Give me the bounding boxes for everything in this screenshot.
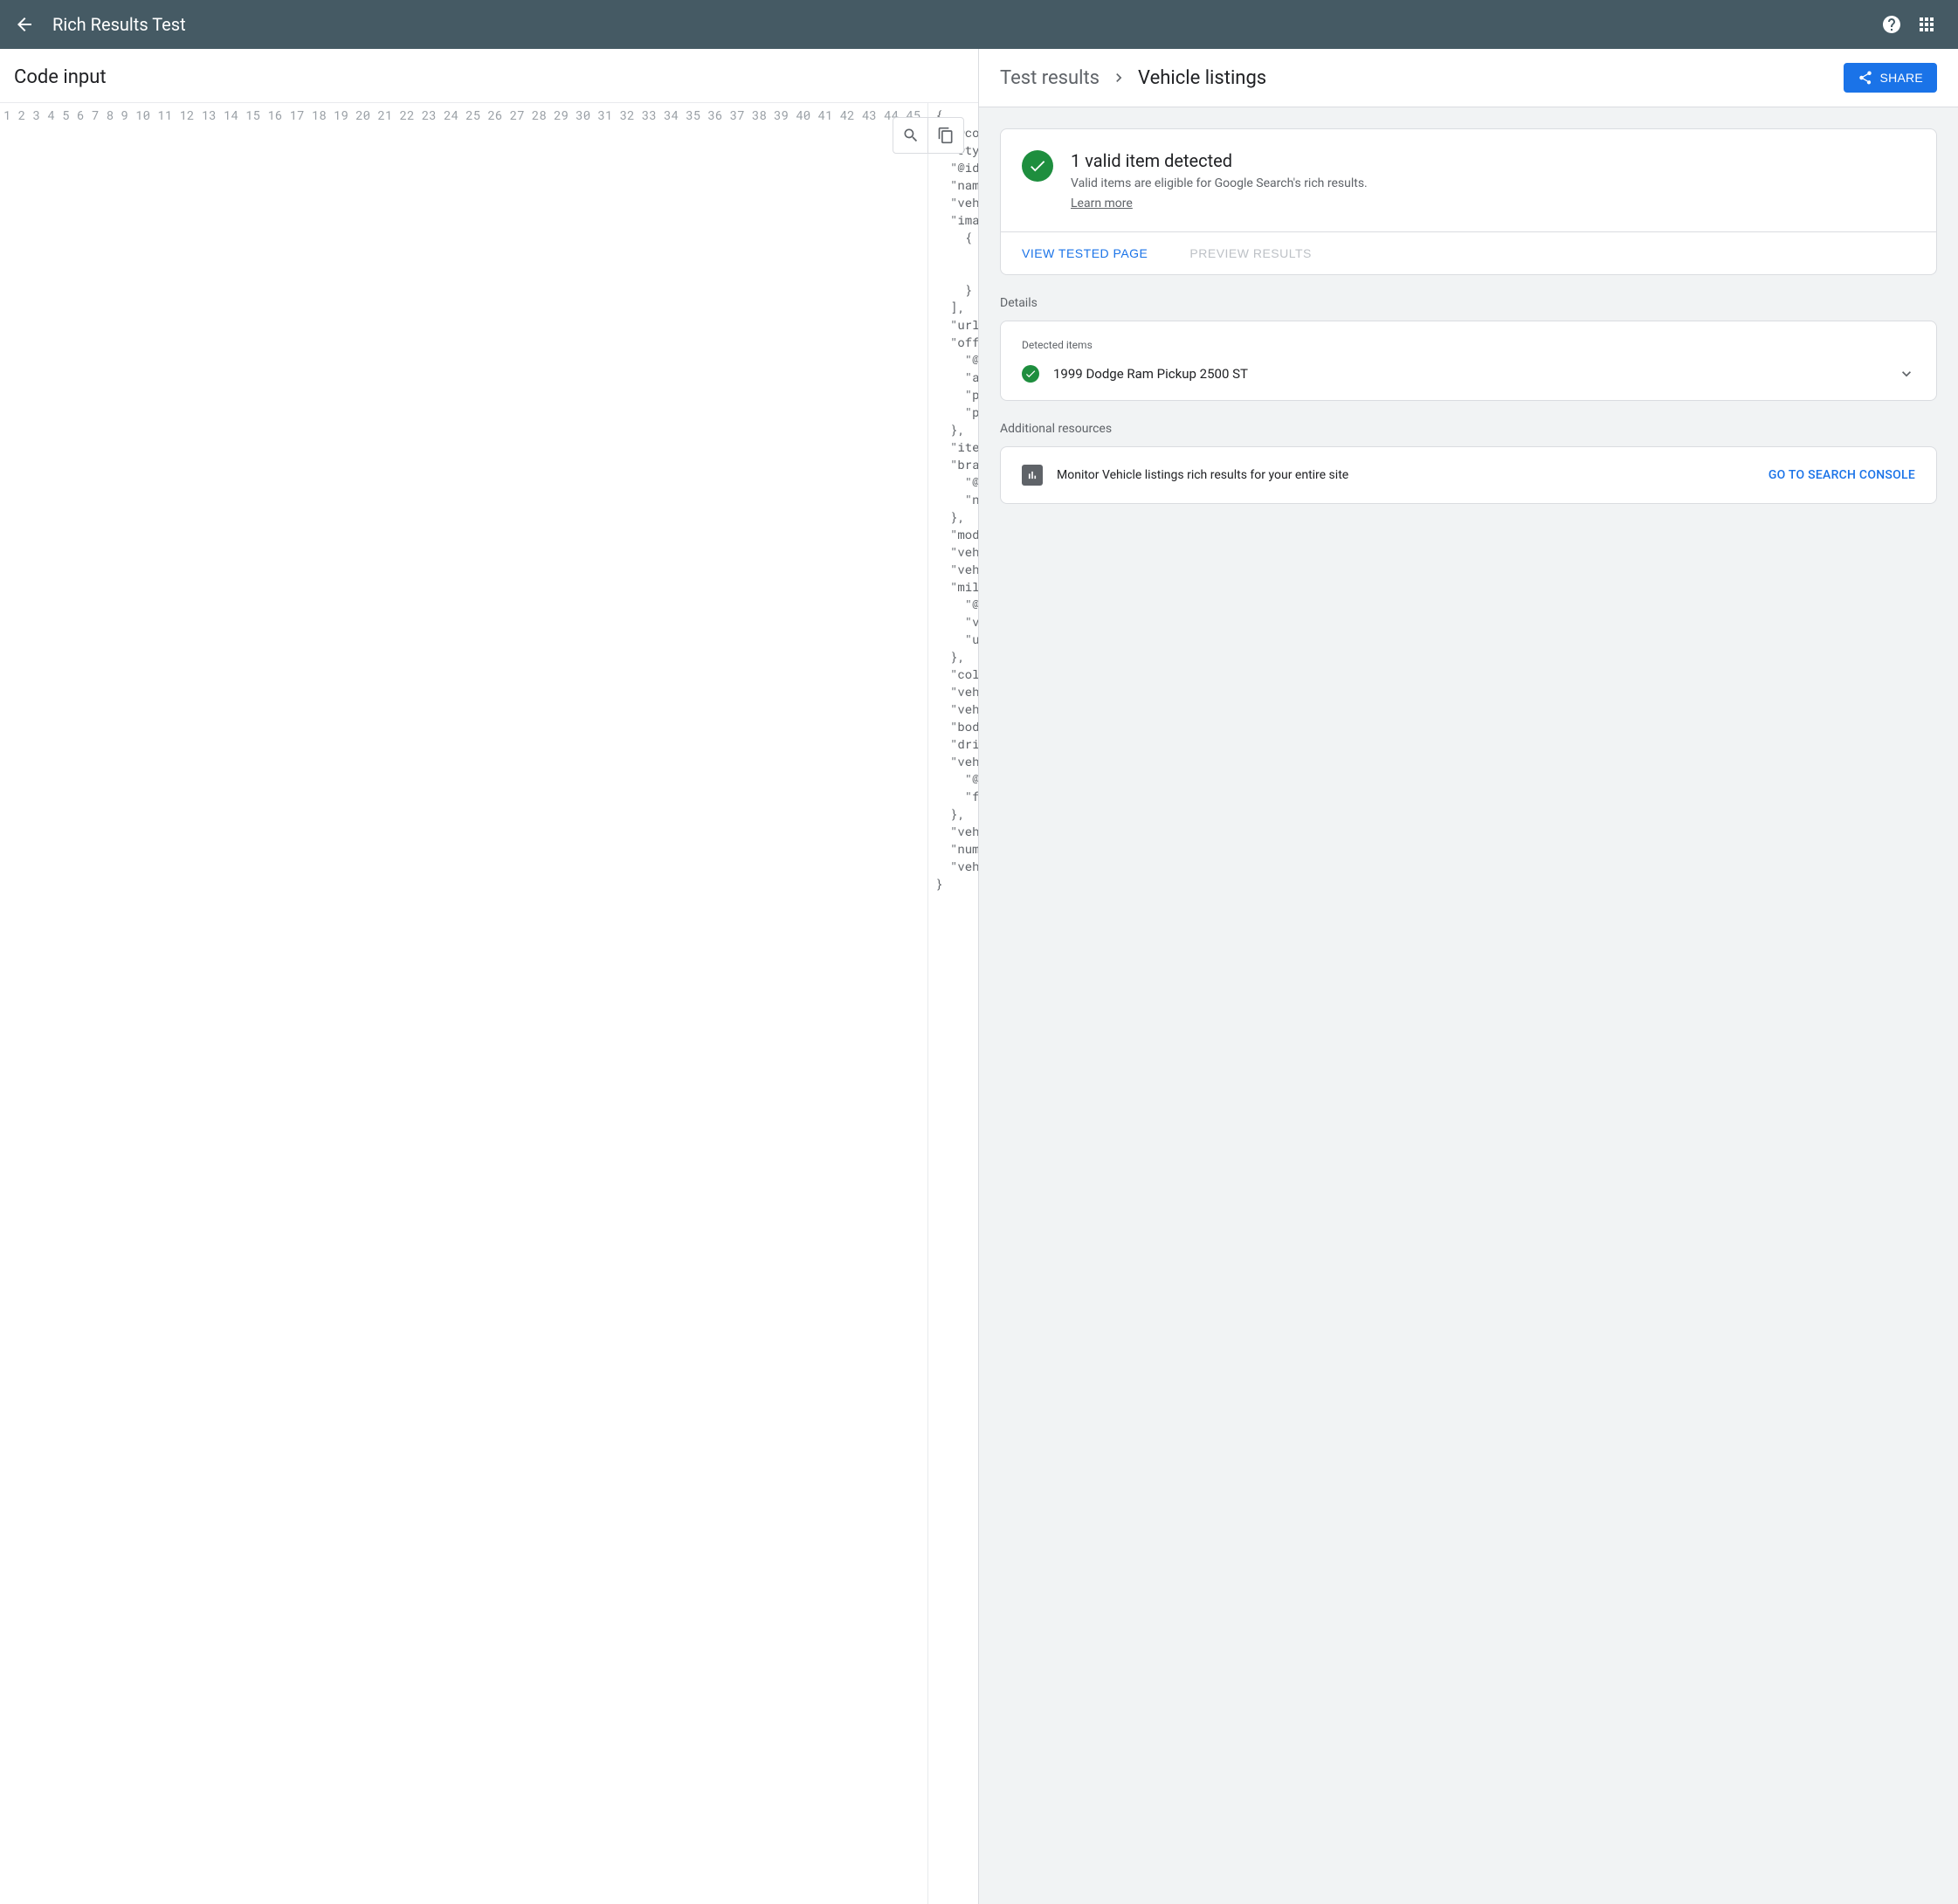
go-to-console-link[interactable]: GO TO SEARCH CONSOLE [1768,468,1915,482]
back-button[interactable] [14,14,35,35]
breadcrumb: Test results Vehicle listings [1000,67,1266,89]
code-content[interactable]: { "@context": "https://schema.org", "@ty… [928,103,978,1904]
view-tested-page-button[interactable]: VIEW TESTED PAGE [1001,232,1169,274]
resource-card: Monitor Vehicle listings rich results fo… [1000,446,1937,504]
additional-section-label: Additional resources [1000,422,1937,436]
detected-item-row[interactable]: 1999 Dodge Ram Pickup 2500 ST [1022,365,1915,383]
bar-chart-icon [1026,469,1038,481]
app-header: Rich Results Test [0,0,1958,49]
analytics-icon [1022,465,1043,486]
validation-result-card: 1 valid item detected Valid items are el… [1000,128,1937,275]
learn-more-link[interactable]: Learn more [1071,197,1133,210]
chevron-right-icon [1110,69,1127,86]
details-section-label: Details [1000,296,1937,310]
preview-results-button: PREVIEW RESULTS [1169,232,1333,274]
copy-code-button[interactable] [928,118,963,153]
chevron-down-icon [1898,365,1915,383]
search-icon [902,127,920,144]
result-title: 1 valid item detected [1071,150,1368,171]
code-toolbar [893,117,964,154]
code-editor[interactable]: 1 2 3 4 5 6 7 8 9 10 11 12 13 14 15 16 1… [0,102,978,1904]
apps-icon [1916,14,1937,35]
results-panel: Test results Vehicle listings SHARE 1 va… [979,49,1958,1904]
resource-text: Monitor Vehicle listings rich results fo… [1057,468,1755,482]
check-icon [1024,368,1037,380]
share-icon [1858,70,1873,86]
validation-text: 1 valid item detected Valid items are el… [1071,150,1368,210]
help-icon [1881,14,1902,35]
detected-items-card: Detected items 1999 Dodge Ram Pickup 250… [1000,321,1937,401]
app-title: Rich Results Test [52,14,1874,35]
help-button[interactable] [1874,7,1909,42]
detected-item-name: 1999 Dodge Ram Pickup 2500 ST [1053,366,1884,382]
breadcrumb-current: Vehicle listings [1138,67,1266,89]
share-button[interactable]: SHARE [1844,63,1937,93]
validation-summary: 1 valid item detected Valid items are el… [1001,129,1936,231]
result-subtitle: Valid items are eligible for Google Sear… [1071,176,1368,190]
code-panel-title: Code input [0,49,978,102]
results-header: Test results Vehicle listings SHARE [979,49,1958,107]
share-label: SHARE [1880,71,1923,85]
line-numbers: 1 2 3 4 5 6 7 8 9 10 11 12 13 14 15 16 1… [0,103,928,1904]
breadcrumb-root[interactable]: Test results [1000,67,1100,89]
item-success-badge [1022,365,1039,383]
check-icon [1028,156,1047,176]
arrow-left-icon [14,14,35,35]
copy-icon [937,127,955,144]
success-badge [1022,150,1053,182]
result-actions: VIEW TESTED PAGE PREVIEW RESULTS [1001,231,1936,274]
detected-items-label: Detected items [1022,339,1915,351]
results-body: 1 valid item detected Valid items are el… [979,107,1958,1904]
apps-button[interactable] [1909,7,1944,42]
main-content: Code input 1 2 3 4 5 6 7 8 9 10 11 12 13… [0,49,1958,1904]
search-code-button[interactable] [893,118,928,153]
code-panel: Code input 1 2 3 4 5 6 7 8 9 10 11 12 13… [0,49,979,1904]
